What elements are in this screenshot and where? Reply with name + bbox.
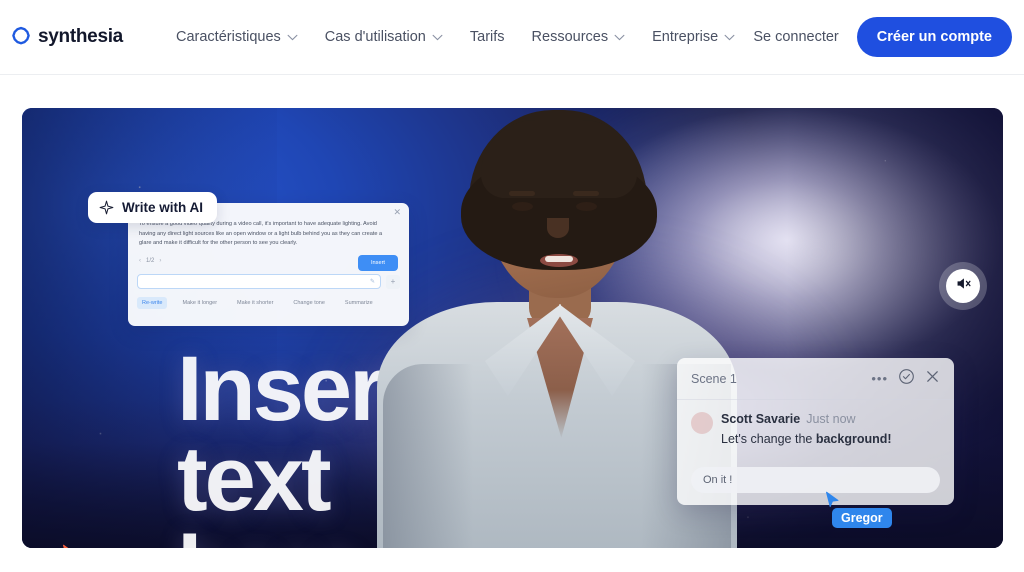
ai-suggestion-chips: Re-write Make it longer Make it shorter … — [137, 297, 378, 309]
insert-button[interactable]: Insert — [358, 255, 398, 271]
nav-item-caracteristiques[interactable]: Caractéristiques — [176, 29, 298, 45]
ai-suggestion-summarize[interactable]: Summarize — [340, 297, 378, 309]
mute-button[interactable] — [946, 269, 980, 303]
comment-body: Scott Savarie Just now Let's change the … — [677, 400, 954, 446]
cursor-pointer-icon — [825, 491, 892, 509]
ai-page-indicator: 1/2 — [146, 257, 155, 264]
sign-in-link[interactable]: Se connecter — [753, 29, 838, 45]
brand-logo-link[interactable]: synthesia — [10, 26, 123, 48]
cursor-gregor: Gregor — [825, 491, 892, 528]
cursor-guillaume: Guillaume — [62, 544, 146, 548]
create-account-button[interactable]: Créer un compte — [856, 17, 1012, 57]
nav-label: Cas d'utilisation — [324, 29, 426, 45]
comment-timestamp: Just now — [806, 412, 856, 426]
primary-nav: Caractéristiques Cas d'utilisation Tarif… — [176, 29, 735, 45]
nav-item-tarifs[interactable]: Tarifs — [470, 29, 505, 45]
sparkle-icon — [99, 200, 114, 215]
site-header: synthesia Caractéristiques Cas d'utilisa… — [0, 0, 1024, 75]
cursor-label: Gregor — [832, 508, 892, 528]
speaker-muted-icon — [955, 275, 972, 297]
comment-message-emphasis: background! — [815, 432, 892, 446]
synthesia-logo-icon — [10, 26, 32, 48]
plus-icon[interactable]: + — [386, 274, 400, 289]
presenter-shadow-left — [383, 364, 473, 548]
ai-generated-text: To ensure a good video quality during a … — [139, 221, 383, 247]
comment-message-prefix: Let's change the — [721, 432, 816, 446]
close-icon[interactable]: ✕ — [393, 208, 401, 217]
presenter-teeth — [545, 256, 573, 262]
comment-author: Scott Savarie — [721, 412, 801, 426]
ai-suggestion-make-it-longer[interactable]: Make it longer — [177, 297, 222, 309]
video-stage[interactable]: Insert text here Color Gradient — [22, 108, 1003, 548]
write-with-ai-label: Write with AI — [122, 200, 203, 215]
comment-meta: Scott Savarie Just now — [721, 412, 940, 426]
chevron-right-icon[interactable]: › — [159, 258, 161, 264]
nav-label: Tarifs — [469, 29, 505, 45]
avatar — [691, 412, 713, 434]
more-options-icon[interactable]: ••• — [871, 372, 888, 385]
write-with-ai-button[interactable]: Write with AI — [88, 192, 217, 223]
mic-icon[interactable]: ✎ — [370, 278, 375, 285]
presenter-nose — [547, 218, 569, 238]
nav-item-cas-dutilisation[interactable]: Cas d'utilisation — [325, 29, 443, 45]
comment-reply-text: On it ! — [703, 474, 733, 486]
ai-prompt-row: ✎ + — [137, 274, 400, 289]
chevron-down-icon — [287, 34, 298, 41]
chevron-down-icon — [724, 34, 735, 41]
nav-label: Caractéristiques — [176, 29, 281, 45]
nav-label: Entreprise — [652, 29, 719, 45]
cursor-pointer-icon — [62, 544, 146, 548]
comment-panel-header: Scene 1 ••• — [677, 358, 954, 400]
presenter-eye-left — [512, 202, 533, 211]
presenter-brow-right — [573, 191, 599, 196]
nav-label: Ressources — [531, 29, 609, 45]
header-actions: Se connecter Créer un compte — [753, 17, 1012, 57]
ai-prompt-input[interactable]: ✎ — [137, 274, 381, 289]
chevron-left-icon[interactable]: ‹ — [139, 258, 141, 264]
ai-suggestion-change-tone[interactable]: Change tone — [288, 297, 330, 309]
comment-reply-input[interactable]: On it ! — [691, 467, 940, 493]
ai-suggestion-rewrite[interactable]: Re-write — [137, 297, 168, 309]
ai-suggestion-make-it-shorter[interactable]: Make it shorter — [232, 297, 278, 309]
brand-name: synthesia — [38, 26, 123, 47]
check-circle-icon[interactable] — [898, 368, 915, 390]
comment-panel[interactable]: Scene 1 ••• Scott Savarie Just now Let's… — [677, 358, 954, 505]
close-icon[interactable] — [925, 369, 940, 389]
chevron-down-icon — [614, 34, 625, 41]
presenter-hair-fringe — [481, 120, 637, 198]
presenter-eye-right — [576, 202, 597, 211]
comment-message: Let's change the background! — [721, 432, 940, 446]
presenter-brow-left — [509, 191, 535, 196]
nav-item-entreprise[interactable]: Entreprise — [652, 29, 735, 45]
chevron-down-icon — [432, 34, 443, 41]
nav-item-ressources[interactable]: Ressources — [532, 29, 626, 45]
comment-scene-title: Scene 1 — [691, 371, 737, 386]
